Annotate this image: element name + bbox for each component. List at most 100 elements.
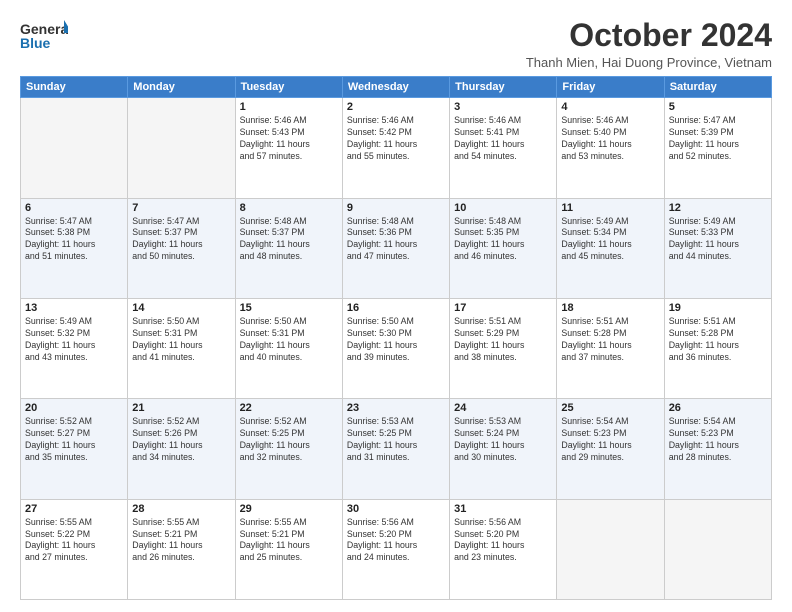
day-number: 25 — [561, 402, 659, 414]
cell-4-1: 28 Sunrise: 5:55 AMSunset: 5:21 PMDayligh… — [128, 499, 235, 599]
cell-1-1: 7 Sunrise: 5:47 AMSunset: 5:37 PMDaylight… — [128, 198, 235, 298]
week-row-3: 13 Sunrise: 5:49 AMSunset: 5:32 PMDayligh… — [21, 298, 772, 398]
cell-info: Sunrise: 5:52 AMSunset: 5:27 PMDaylight:… — [25, 416, 123, 464]
cell-4-3: 30 Sunrise: 5:56 AMSunset: 5:20 PMDayligh… — [342, 499, 449, 599]
subtitle: Thanh Mien, Hai Duong Province, Vietnam — [526, 55, 772, 70]
cell-0-0 — [21, 98, 128, 198]
day-number: 2 — [347, 101, 445, 113]
cell-2-1: 14 Sunrise: 5:50 AMSunset: 5:31 PMDayligh… — [128, 298, 235, 398]
cell-2-0: 13 Sunrise: 5:49 AMSunset: 5:32 PMDayligh… — [21, 298, 128, 398]
cell-info: Sunrise: 5:47 AMSunset: 5:37 PMDaylight:… — [132, 216, 230, 264]
day-number: 26 — [669, 402, 767, 414]
col-tuesday: Tuesday — [235, 77, 342, 98]
cell-3-3: 23 Sunrise: 5:53 AMSunset: 5:25 PMDayligh… — [342, 399, 449, 499]
day-number: 13 — [25, 302, 123, 314]
day-number: 24 — [454, 402, 552, 414]
day-number: 30 — [347, 503, 445, 515]
day-number: 28 — [132, 503, 230, 515]
cell-2-4: 17Sunrise: 5:51 AMSunset: 5:29 PMDayligh… — [450, 298, 557, 398]
logo: General Blue — [20, 18, 68, 54]
day-number: 5 — [669, 101, 767, 113]
col-wednesday: Wednesday — [342, 77, 449, 98]
cell-info: Sunrise: 5:48 AMSunset: 5:36 PMDaylight:… — [347, 216, 445, 264]
cell-3-0: 20 Sunrise: 5:52 AMSunset: 5:27 PMDayligh… — [21, 399, 128, 499]
day-number: 7 — [132, 202, 230, 214]
day-number: 23 — [347, 402, 445, 414]
title-block: October 2024 Thanh Mien, Hai Duong Provi… — [526, 18, 772, 70]
cell-2-5: 18 Sunrise: 5:51 AMSunset: 5:28 PMDayligh… — [557, 298, 664, 398]
cell-1-2: 8 Sunrise: 5:48 AMSunset: 5:37 PMDaylight… — [235, 198, 342, 298]
cell-4-2: 29 Sunrise: 5:55 AMSunset: 5:21 PMDayligh… — [235, 499, 342, 599]
cell-2-6: 19Sunrise: 5:51 AMSunset: 5:28 PMDayligh… — [664, 298, 771, 398]
day-number: 3 — [454, 101, 552, 113]
cell-info: Sunrise: 5:49 AMSunset: 5:33 PMDaylight:… — [669, 216, 767, 264]
cell-info: Sunrise: 5:51 AMSunset: 5:28 PMDaylight:… — [561, 316, 659, 364]
cell-info: Sunrise: 5:49 AMSunset: 5:32 PMDaylight:… — [25, 316, 123, 364]
cell-info: Sunrise: 5:47 AMSunset: 5:38 PMDaylight:… — [25, 216, 123, 264]
cell-info: Sunrise: 5:48 AMSunset: 5:37 PMDaylight:… — [240, 216, 338, 264]
cell-info: Sunrise: 5:54 AMSunset: 5:23 PMDaylight:… — [669, 416, 767, 464]
month-title: October 2024 — [526, 18, 772, 53]
page: General Blue October 2024 Thanh Mien, Ha… — [0, 0, 792, 612]
day-number: 6 — [25, 202, 123, 214]
week-row-5: 27Sunrise: 5:55 AMSunset: 5:22 PMDayligh… — [21, 499, 772, 599]
day-number: 29 — [240, 503, 338, 515]
day-number: 18 — [561, 302, 659, 314]
cell-info: Sunrise: 5:47 AMSunset: 5:39 PMDaylight:… — [669, 115, 767, 163]
col-friday: Friday — [557, 77, 664, 98]
day-number: 14 — [132, 302, 230, 314]
cell-4-4: 31 Sunrise: 5:56 AMSunset: 5:20 PMDayligh… — [450, 499, 557, 599]
cell-4-5 — [557, 499, 664, 599]
cell-2-3: 16 Sunrise: 5:50 AMSunset: 5:30 PMDayligh… — [342, 298, 449, 398]
cell-info: Sunrise: 5:46 AMSunset: 5:41 PMDaylight:… — [454, 115, 552, 163]
cell-info: Sunrise: 5:53 AMSunset: 5:24 PMDaylight:… — [454, 416, 552, 464]
cell-0-4: 3 Sunrise: 5:46 AMSunset: 5:41 PMDaylight… — [450, 98, 557, 198]
col-thursday: Thursday — [450, 77, 557, 98]
cell-info: Sunrise: 5:56 AMSunset: 5:20 PMDaylight:… — [347, 517, 445, 565]
week-row-4: 20 Sunrise: 5:52 AMSunset: 5:27 PMDayligh… — [21, 399, 772, 499]
day-number: 31 — [454, 503, 552, 515]
svg-text:Blue: Blue — [20, 35, 51, 51]
cell-1-6: 12 Sunrise: 5:49 AMSunset: 5:33 PMDayligh… — [664, 198, 771, 298]
cell-1-3: 9Sunrise: 5:48 AMSunset: 5:36 PMDaylight… — [342, 198, 449, 298]
day-number: 17 — [454, 302, 552, 314]
cell-info: Sunrise: 5:55 AMSunset: 5:21 PMDaylight:… — [240, 517, 338, 565]
cell-info: Sunrise: 5:46 AMSunset: 5:42 PMDaylight:… — [347, 115, 445, 163]
day-number: 4 — [561, 101, 659, 113]
cell-1-0: 6 Sunrise: 5:47 AMSunset: 5:38 PMDaylight… — [21, 198, 128, 298]
day-number: 20 — [25, 402, 123, 414]
cell-info: Sunrise: 5:55 AMSunset: 5:21 PMDaylight:… — [132, 517, 230, 565]
cell-1-4: 10Sunrise: 5:48 AMSunset: 5:35 PMDayligh… — [450, 198, 557, 298]
day-number: 21 — [132, 402, 230, 414]
cell-1-5: 11Sunrise: 5:49 AMSunset: 5:34 PMDayligh… — [557, 198, 664, 298]
cell-0-1 — [128, 98, 235, 198]
cell-info: Sunrise: 5:50 AMSunset: 5:31 PMDaylight:… — [240, 316, 338, 364]
day-number: 19 — [669, 302, 767, 314]
cell-info: Sunrise: 5:50 AMSunset: 5:30 PMDaylight:… — [347, 316, 445, 364]
day-number: 8 — [240, 202, 338, 214]
cell-info: Sunrise: 5:53 AMSunset: 5:25 PMDaylight:… — [347, 416, 445, 464]
cell-4-6 — [664, 499, 771, 599]
cell-2-2: 15Sunrise: 5:50 AMSunset: 5:31 PMDayligh… — [235, 298, 342, 398]
cell-info: Sunrise: 5:49 AMSunset: 5:34 PMDaylight:… — [561, 216, 659, 264]
header: General Blue October 2024 Thanh Mien, Ha… — [20, 18, 772, 70]
cell-info: Sunrise: 5:55 AMSunset: 5:22 PMDaylight:… — [25, 517, 123, 565]
cell-info: Sunrise: 5:56 AMSunset: 5:20 PMDaylight:… — [454, 517, 552, 565]
day-number: 10 — [454, 202, 552, 214]
logo-svg: General Blue — [20, 18, 68, 54]
col-monday: Monday — [128, 77, 235, 98]
cell-info: Sunrise: 5:50 AMSunset: 5:31 PMDaylight:… — [132, 316, 230, 364]
cell-4-0: 27Sunrise: 5:55 AMSunset: 5:22 PMDayligh… — [21, 499, 128, 599]
day-number: 1 — [240, 101, 338, 113]
day-number: 22 — [240, 402, 338, 414]
col-sunday: Sunday — [21, 77, 128, 98]
cell-0-2: 1 Sunrise: 5:46 AMSunset: 5:43 PMDaylight… — [235, 98, 342, 198]
day-number: 16 — [347, 302, 445, 314]
week-row-1: 1 Sunrise: 5:46 AMSunset: 5:43 PMDaylight… — [21, 98, 772, 198]
cell-info: Sunrise: 5:46 AMSunset: 5:43 PMDaylight:… — [240, 115, 338, 163]
cell-info: Sunrise: 5:54 AMSunset: 5:23 PMDaylight:… — [561, 416, 659, 464]
cell-info: Sunrise: 5:46 AMSunset: 5:40 PMDaylight:… — [561, 115, 659, 163]
day-number: 12 — [669, 202, 767, 214]
header-row: Sunday Monday Tuesday Wednesday Thursday… — [21, 77, 772, 98]
cell-3-2: 22Sunrise: 5:52 AMSunset: 5:25 PMDayligh… — [235, 399, 342, 499]
